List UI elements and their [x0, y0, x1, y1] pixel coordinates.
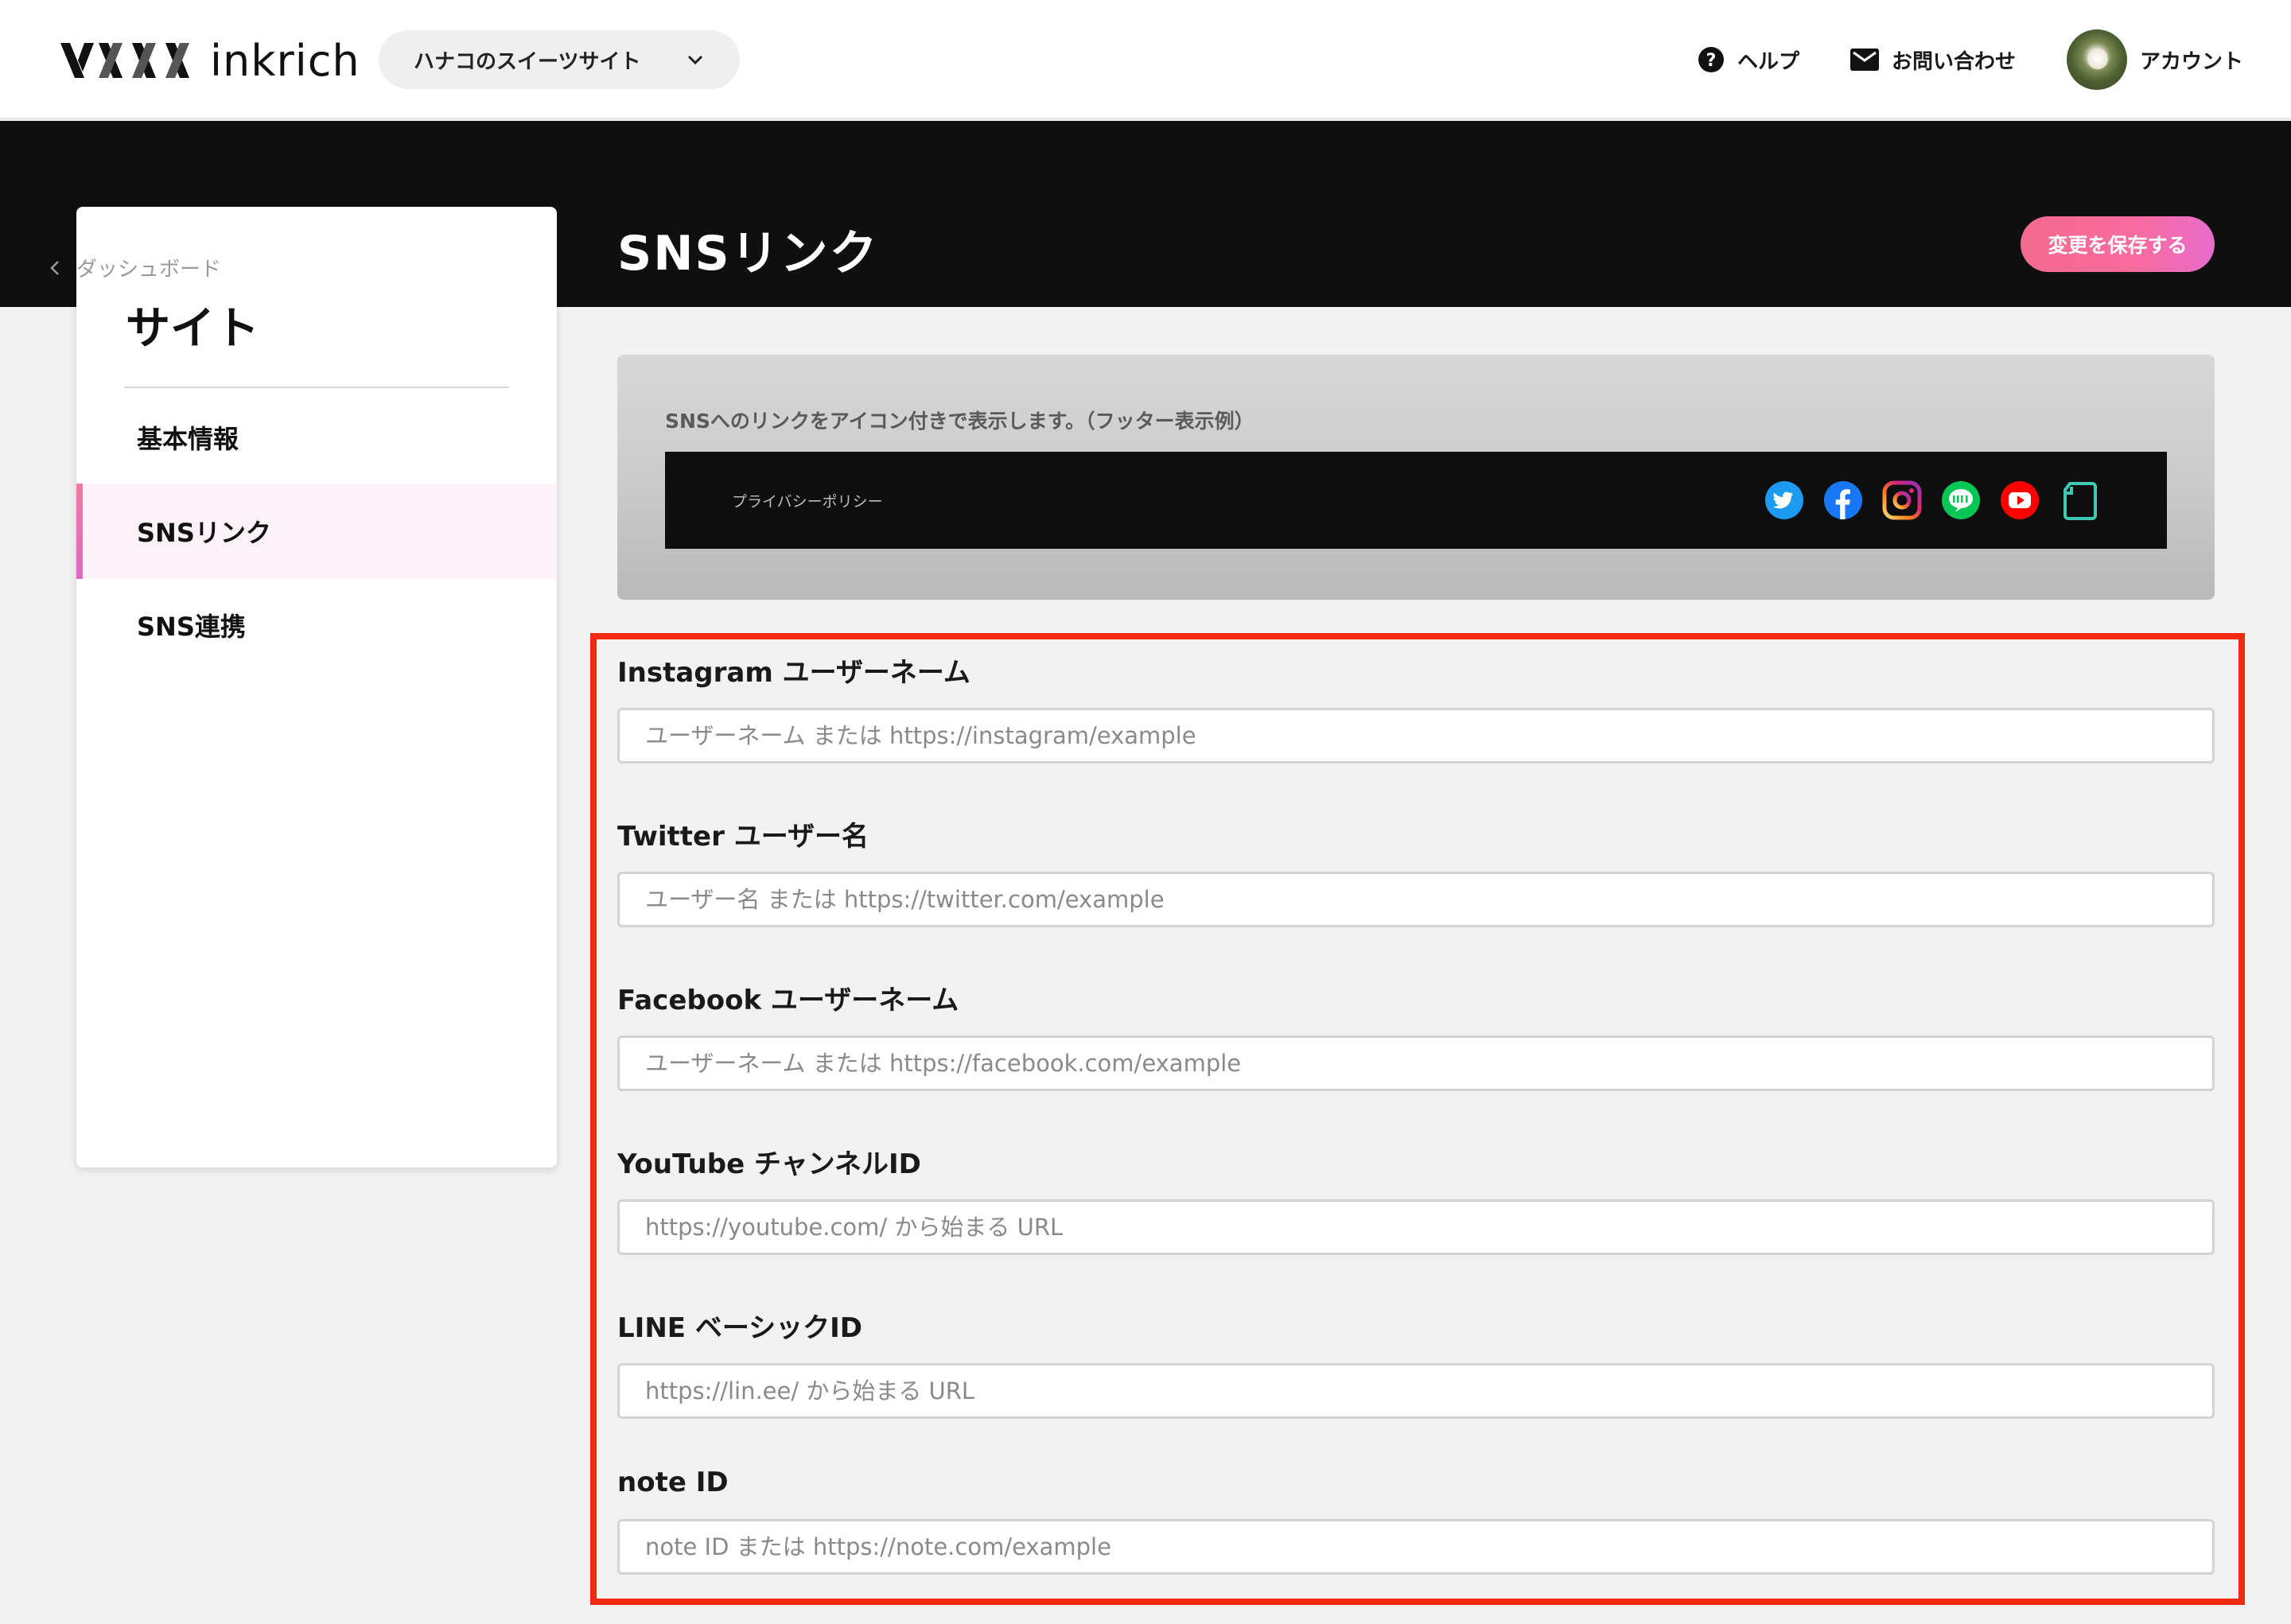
help-label: ヘルプ: [1737, 49, 1799, 74]
youtube-channel-id-input[interactable]: [617, 1199, 2215, 1255]
note-id-label: note ID: [617, 1467, 729, 1498]
sidebar-divider: [124, 387, 509, 388]
chevron-left-icon: [50, 260, 59, 275]
sidebar-item-sns-integration[interactable]: SNS連携: [76, 577, 557, 673]
preview-caption: SNSへのリンクをアイコン付きで表示します。（フッター表示例）: [665, 410, 1254, 433]
page-title: SNSリンク: [617, 226, 879, 282]
top-header: inkrich ハナコのスイーツサイト ? ヘルプ お問い合わせ アカウント: [0, 0, 2291, 119]
twitter-icon: [1765, 481, 1803, 519]
contact-link[interactable]: お問い合わせ: [1850, 45, 2016, 75]
instagram-icon: [1882, 480, 1922, 520]
twitter-username-input[interactable]: [617, 872, 2215, 927]
instagram-username-label: Instagram ユーザーネーム: [617, 657, 970, 689]
contact-label: お問い合わせ: [1891, 49, 2016, 74]
account-link[interactable]: アカウント: [2066, 29, 2243, 90]
note-id-input[interactable]: [617, 1519, 2215, 1575]
svg-text:?: ?: [1706, 51, 1717, 71]
sidebar-item-basic-info[interactable]: 基本情報: [76, 390, 557, 485]
header-nav: ? ヘルプ お問い合わせ アカウント: [1698, 25, 2243, 94]
line-basic-id-label: LINE ベーシックID: [617, 1312, 863, 1344]
facebook-icon: [1824, 481, 1862, 519]
line-icon: [1942, 481, 1980, 519]
line-basic-id-input[interactable]: [617, 1363, 2215, 1419]
logo-text: inkrich: [210, 35, 360, 86]
site-selector-dropdown[interactable]: ハナコのスイーツサイト: [379, 30, 740, 89]
youtube-icon: [2001, 481, 2039, 519]
save-changes-button[interactable]: 変更を保存する: [2021, 216, 2215, 272]
youtube-channel-id-label: YouTube チャンネルID: [617, 1148, 921, 1180]
facebook-username-label: Facebook ユーザーネーム: [617, 985, 959, 1016]
help-icon: ?: [1698, 47, 1724, 72]
inkrich-logo[interactable]: inkrich: [60, 29, 360, 92]
chevron-down-icon: [687, 55, 703, 65]
avatar: [2066, 29, 2127, 90]
site-selector-label: ハナコのスイーツサイト: [414, 49, 641, 74]
instagram-username-input[interactable]: [617, 708, 2215, 763]
sns-fields-highlight-box: [590, 633, 2245, 1605]
sidebar-item-sns-links[interactable]: SNSリンク: [76, 484, 557, 579]
inkrich-logo-mark-icon: [60, 43, 189, 78]
back-to-dashboard-link[interactable]: ダッシュボード: [49, 253, 221, 282]
mail-icon: [1850, 49, 1879, 71]
sidebar-title: サイト: [126, 303, 259, 355]
sidebar-item-label: SNS連携: [137, 612, 246, 642]
note-icon: [2063, 482, 2097, 520]
facebook-username-input[interactable]: [617, 1035, 2215, 1091]
help-link[interactable]: ? ヘルプ: [1698, 45, 1799, 75]
sidebar-item-label: SNSリンク: [137, 518, 271, 548]
account-label: アカウント: [2139, 49, 2243, 74]
back-link-label: ダッシュボード: [76, 258, 222, 282]
twitter-username-label: Twitter ユーザー名: [617, 821, 869, 853]
sidebar-item-label: 基本情報: [137, 424, 239, 454]
privacy-policy-link: プライバシーポリシー: [732, 493, 883, 511]
